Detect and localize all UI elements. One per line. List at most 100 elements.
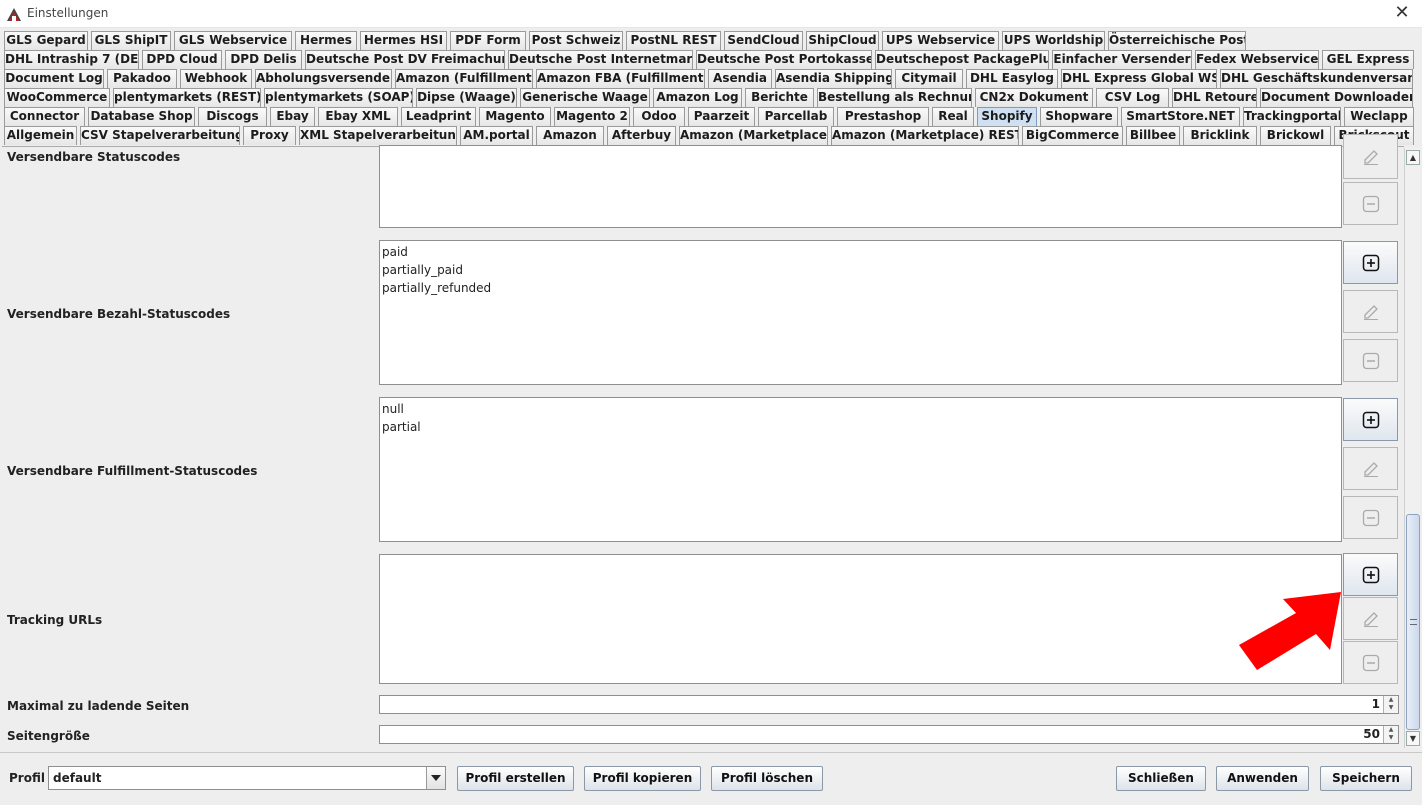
tab[interactable]: Leadprint xyxy=(401,107,476,126)
tab[interactable]: Deutschepost PackagePlus xyxy=(875,50,1049,69)
tab[interactable]: DHL Express Global WS xyxy=(1061,69,1217,88)
bezahl-remove-button[interactable] xyxy=(1343,339,1398,382)
fulfillment-remove-button[interactable] xyxy=(1343,496,1398,539)
tab[interactable]: DHL Easylog xyxy=(966,69,1058,88)
tab[interactable]: UPS Worldship xyxy=(1002,31,1105,50)
tab[interactable]: Abholungsversender xyxy=(255,69,392,88)
tracking-add-button[interactable] xyxy=(1343,553,1398,596)
tab[interactable]: Odoo xyxy=(633,107,685,126)
vertical-scrollbar[interactable]: ▲ ▼ xyxy=(1404,148,1420,748)
tab[interactable]: Deutsche Post DV Freimachung xyxy=(305,50,505,69)
list-item[interactable]: partial xyxy=(382,418,1339,436)
spin-up-icon[interactable]: ▲ xyxy=(1384,696,1398,704)
tab[interactable]: Asendia xyxy=(708,69,772,88)
fulfillment-add-button[interactable] xyxy=(1343,398,1398,441)
tab[interactable]: Prestashop xyxy=(837,107,929,126)
tab[interactable]: Amazon (Marketplace) xyxy=(679,126,828,145)
tab[interactable]: ShipCloud xyxy=(806,31,879,50)
tab[interactable]: PDF Form xyxy=(450,31,526,50)
profil-select[interactable]: default xyxy=(48,766,446,790)
tab[interactable]: DHL Geschäftskundenversand xyxy=(1220,69,1413,88)
tab[interactable]: Deutsche Post Portokasse xyxy=(696,50,872,69)
statuscodes-list[interactable] xyxy=(379,145,1342,228)
statuscodes-remove-button[interactable] xyxy=(1343,182,1398,225)
tab[interactable]: Dipse (Waage) xyxy=(416,88,517,107)
tab[interactable]: Brickowl xyxy=(1260,126,1331,145)
fulfillment-list[interactable]: null partial xyxy=(379,397,1342,542)
tab[interactable]: CN2x Dokument xyxy=(975,88,1093,107)
tab[interactable]: Document Downloader xyxy=(1260,88,1413,107)
tab[interactable]: Discogs xyxy=(198,107,267,126)
tab[interactable]: SmartStore.NET xyxy=(1121,107,1240,126)
spin-down-icon[interactable]: ▼ xyxy=(1384,734,1398,742)
spinner-arrows[interactable]: ▲ ▼ xyxy=(1383,696,1398,713)
scroll-thumb[interactable] xyxy=(1406,514,1420,730)
tab[interactable]: PostNL REST xyxy=(626,31,721,50)
tab[interactable]: Afterbuy xyxy=(607,126,676,145)
close-icon[interactable]: ✕ xyxy=(1390,2,1414,26)
tab[interactable]: Österreichische Post xyxy=(1108,31,1246,50)
tab[interactable]: plentymarkets (REST) xyxy=(113,88,261,107)
scroll-down-icon[interactable]: ▼ xyxy=(1406,731,1420,746)
tab[interactable]: Trackingportal xyxy=(1243,107,1341,126)
list-item[interactable]: partially_refunded xyxy=(382,279,1339,297)
tab[interactable]: Parcellab xyxy=(758,107,834,126)
tab[interactable]: Shopware xyxy=(1040,107,1118,126)
tab[interactable]: Fedex Webservice xyxy=(1195,50,1319,69)
tab[interactable]: Einfacher Versender xyxy=(1052,50,1192,69)
tab[interactable]: Billbee xyxy=(1126,126,1180,145)
tab[interactable]: Amazon (Fulfillment) xyxy=(395,69,533,88)
tab[interactable]: Bricklink xyxy=(1183,126,1257,145)
tab[interactable]: Real xyxy=(932,107,974,126)
tab[interactable]: Magento 2 xyxy=(554,107,630,126)
tab[interactable]: Ebay XML xyxy=(318,107,398,126)
tab[interactable]: DPD Delis xyxy=(225,50,302,69)
tab[interactable]: CSV Log xyxy=(1096,88,1169,107)
statuscodes-edit-button[interactable] xyxy=(1343,134,1398,179)
tab[interactable]: Proxy xyxy=(243,126,296,145)
list-item[interactable]: null xyxy=(382,400,1339,418)
max-pages-spinner[interactable]: 1 ▲ ▼ xyxy=(379,695,1399,714)
tab[interactable]: Webhook xyxy=(180,69,252,88)
list-item[interactable]: paid xyxy=(382,243,1339,261)
tab[interactable]: Hermes xyxy=(295,31,357,50)
tracking-remove-button[interactable] xyxy=(1343,641,1398,684)
chevron-down-icon[interactable] xyxy=(426,767,445,789)
spinner-arrows[interactable]: ▲ ▼ xyxy=(1383,726,1398,743)
tab[interactable]: SendCloud xyxy=(724,31,803,50)
tab[interactable]: Paarzeit xyxy=(688,107,755,126)
scroll-up-icon[interactable]: ▲ xyxy=(1406,150,1420,165)
tab[interactable]: DPD Cloud xyxy=(142,50,222,69)
bezahl-edit-button[interactable] xyxy=(1343,290,1398,333)
tab[interactable]: Asendia Shipping xyxy=(775,69,892,88)
tab[interactable]: UPS Webservice xyxy=(882,31,999,50)
tab[interactable]: Berichte xyxy=(745,88,814,107)
tab[interactable]: Ebay xyxy=(270,107,315,126)
tab[interactable]: WooCommerce xyxy=(4,88,110,107)
spin-down-icon[interactable]: ▼ xyxy=(1384,704,1398,712)
tab[interactable]: DHL Intraship 7 (DE) xyxy=(4,50,139,69)
tab[interactable]: Amazon (Marketplace) REST xyxy=(831,126,1019,145)
tab[interactable]: GLS Webservice xyxy=(174,31,292,50)
bezahl-list[interactable]: paid partially_paid partially_refunded xyxy=(379,240,1342,385)
tab[interactable]: Document Log xyxy=(4,69,104,88)
delete-profile-button[interactable]: Profil löschen xyxy=(711,766,823,791)
tab[interactable]: Hermes HSI xyxy=(360,31,447,50)
tab[interactable]: Weclapp xyxy=(1344,107,1414,126)
create-profile-button[interactable]: Profil erstellen xyxy=(457,766,574,791)
save-button[interactable]: Speichern xyxy=(1320,766,1412,791)
tab[interactable]: Amazon xyxy=(536,126,604,145)
tracking-list[interactable] xyxy=(379,554,1342,684)
tab[interactable]: Pakadoo xyxy=(107,69,177,88)
tab[interactable]: XML Stapelverarbeitung xyxy=(299,126,457,145)
bezahl-add-button[interactable] xyxy=(1343,241,1398,284)
tracking-edit-button[interactable] xyxy=(1343,597,1398,640)
fulfillment-edit-button[interactable] xyxy=(1343,447,1398,490)
tab[interactable]: GLS Gepard xyxy=(4,31,88,50)
tab[interactable]: DHL Retoure xyxy=(1172,88,1257,107)
list-item[interactable]: partially_paid xyxy=(382,261,1339,279)
tab[interactable]: Post Schweiz xyxy=(529,31,623,50)
tab[interactable]: Amazon FBA (Fulfillment) xyxy=(536,69,705,88)
copy-profile-button[interactable]: Profil kopieren xyxy=(584,766,701,791)
tab[interactable]: Magento xyxy=(479,107,551,126)
